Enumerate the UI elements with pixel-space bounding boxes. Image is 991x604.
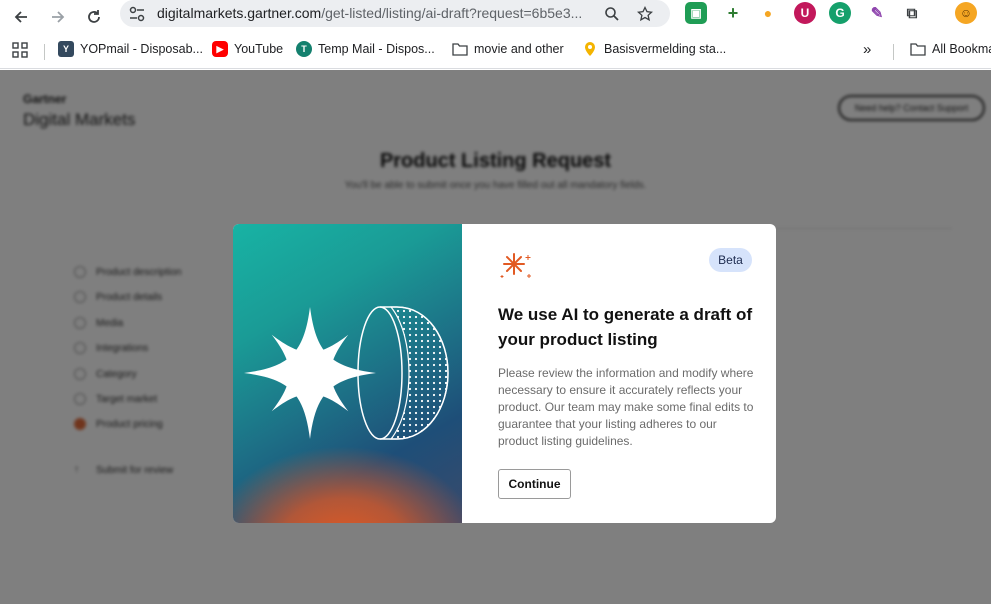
continue-button[interactable]: Continue bbox=[498, 469, 571, 499]
site-settings-icon[interactable] bbox=[128, 5, 146, 23]
yopmail-icon: Y bbox=[58, 41, 74, 57]
bookmark-label: Basisvermelding sta... bbox=[604, 42, 727, 56]
extension-feather-icon[interactable]: ✎ bbox=[866, 2, 888, 24]
back-icon[interactable] bbox=[8, 4, 34, 30]
url-path: /get-listed/listing/ai-draft?request=6b5… bbox=[321, 5, 583, 21]
apps-grid-icon[interactable] bbox=[12, 42, 28, 58]
bookmark-label: YouTube bbox=[234, 42, 284, 56]
page-viewport: Gartner Digital Markets Need help? Conta… bbox=[0, 70, 991, 604]
bookmark-label: movie and other bbox=[474, 42, 564, 56]
bookmarks-separator bbox=[44, 44, 45, 60]
modal-description: Please review the information and modify… bbox=[498, 366, 754, 448]
extension-person-icon[interactable]: ● bbox=[757, 2, 779, 24]
tempmail-icon: T bbox=[296, 41, 312, 57]
ai-draft-modal: Beta We use AI to generate a draft of yo… bbox=[233, 224, 776, 523]
extensions-puzzle-icon[interactable]: ⧉ bbox=[901, 2, 923, 24]
bookmark-star-icon[interactable] bbox=[635, 4, 655, 24]
star-shape bbox=[244, 307, 376, 439]
beta-badge: Beta bbox=[709, 248, 752, 272]
folder-icon bbox=[452, 41, 468, 57]
reload-icon[interactable] bbox=[81, 4, 107, 30]
star-and-ring-illustration bbox=[244, 306, 449, 440]
bookmarks-bar: Y YOPmail - Disposab... ▶ YouTube T Temp… bbox=[0, 34, 991, 69]
bookmark-tempmail[interactable]: T Temp Mail - Dispos... bbox=[296, 41, 435, 57]
bookmark-label: YOPmail - Disposab... bbox=[80, 42, 203, 56]
modal-illustration bbox=[233, 224, 462, 523]
modal-content: Beta We use AI to generate a draft of yo… bbox=[462, 224, 776, 523]
extension-ublock-icon[interactable]: U bbox=[794, 2, 816, 24]
zoom-search-icon[interactable] bbox=[602, 4, 622, 24]
all-bookmarks-label: All Bookma bbox=[932, 42, 991, 56]
sparkle-icon bbox=[500, 253, 531, 278]
all-bookmarks-folder[interactable]: All Bookma bbox=[910, 41, 991, 57]
bookmarks-separator bbox=[893, 44, 894, 60]
address-bar[interactable]: digitalmarkets.gartner.com/get-listed/li… bbox=[120, 0, 670, 27]
bookmark-basisvermelding[interactable]: Basisvermelding sta... bbox=[582, 41, 726, 57]
profile-avatar-icon[interactable]: ☺ bbox=[955, 2, 977, 24]
forward-icon[interactable] bbox=[45, 4, 71, 30]
folder-icon bbox=[910, 41, 926, 57]
location-pin-icon bbox=[582, 41, 598, 57]
url-host: digitalmarkets.gartner.com bbox=[157, 5, 322, 21]
bookmark-folder-movie[interactable]: movie and other bbox=[452, 41, 564, 57]
bookmark-yopmail[interactable]: Y YOPmail - Disposab... bbox=[58, 41, 203, 57]
bookmark-youtube[interactable]: ▶ YouTube bbox=[212, 41, 283, 57]
modal-title: We use AI to generate a draft of your pr… bbox=[498, 305, 753, 349]
youtube-icon: ▶ bbox=[212, 41, 228, 57]
extension-plus-icon[interactable]: + bbox=[722, 2, 744, 24]
more-bookmarks-chevron-icon[interactable]: » bbox=[863, 41, 871, 58]
bookmark-label: Temp Mail - Dispos... bbox=[318, 42, 435, 56]
browser-toolbar: digitalmarkets.gartner.com/get-listed/li… bbox=[0, 0, 991, 34]
extension-robot-icon[interactable]: ▣ bbox=[685, 2, 707, 24]
extension-grammarly-icon[interactable]: G bbox=[829, 2, 851, 24]
url-text: digitalmarkets.gartner.com/get-listed/li… bbox=[157, 5, 582, 21]
